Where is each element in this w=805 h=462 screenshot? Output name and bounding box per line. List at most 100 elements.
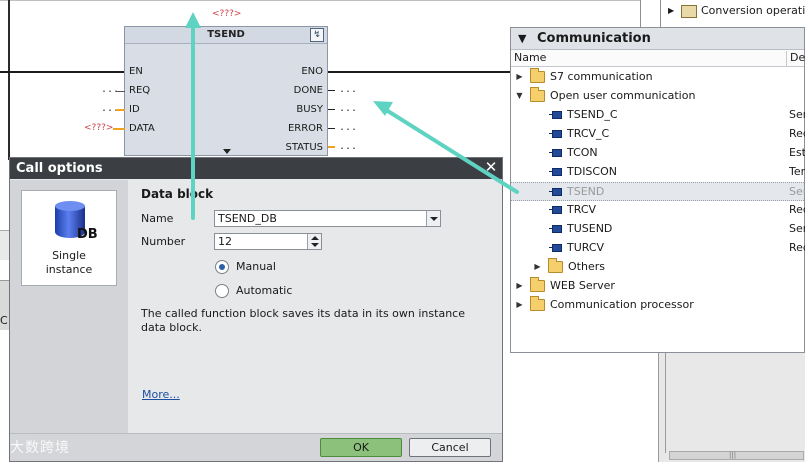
tree-item-desc: Rec (789, 203, 805, 216)
tree-item-label: TSEND_C (567, 108, 618, 121)
instance-label-line1: Single (52, 249, 86, 262)
column-desc-header[interactable]: Des (786, 51, 805, 67)
single-instance-option[interactable]: DB Single instance (21, 190, 117, 286)
function-block-icon (549, 188, 562, 196)
function-block-icon (549, 244, 562, 252)
chevron-down-icon[interactable] (426, 211, 440, 226)
pin-error: ERROR (287, 123, 323, 134)
tree-item-trcv[interactable]: TRCV Rec (511, 201, 805, 220)
tree-item-turcv[interactable]: TURCV Rec (511, 239, 805, 258)
conversion-icon (681, 5, 697, 18)
data-placeholder[interactable]: <???> (84, 123, 113, 133)
close-icon[interactable]: ✕ (483, 160, 499, 176)
data-connector (113, 128, 125, 130)
expand-arrow-icon[interactable]: ▶ (533, 258, 542, 276)
tree-item-communication-processor[interactable]: ▶ Communication processor (511, 296, 804, 315)
network-wire-right (328, 71, 510, 73)
tree-item-label: TDISCON (567, 165, 617, 178)
pin-id: ID (129, 104, 140, 115)
expand-arrow-icon[interactable]: ▶ (515, 296, 524, 314)
dialog-title: Call options (16, 161, 103, 176)
divider (665, 353, 666, 453)
status-operand[interactable]: ... (339, 141, 357, 152)
tree-item-tdiscon[interactable]: TDISCON Ter (511, 163, 805, 182)
right-rail (640, 0, 641, 30)
tree-item-s7-communication[interactable]: ▶ S7 communication (511, 68, 804, 87)
pin-busy: BUSY (296, 104, 323, 115)
instance-label-line2: instance (45, 263, 93, 276)
pin-req: REQ (129, 85, 151, 96)
tree-item-desc: Ser (789, 108, 805, 121)
id-connector (116, 109, 125, 111)
section-heading: Data block (141, 187, 214, 201)
req-connector (116, 91, 125, 92)
function-block-icon (549, 149, 562, 157)
done-operand[interactable]: ... (339, 84, 357, 95)
folder-icon (530, 68, 545, 83)
expand-arrow-icon[interactable]: ▶ (515, 68, 524, 86)
call-options-dialog[interactable]: Call options ✕ DB Single instance Data b… (9, 157, 503, 462)
dialog-titlebar[interactable]: Call options ✕ (10, 158, 502, 179)
expand-arrow-icon[interactable]: ▶ (515, 277, 524, 295)
tree-item-open-user-communication[interactable]: ▼ Open user communication (511, 87, 804, 106)
busy-operand[interactable]: ... (339, 103, 357, 114)
description-text: The called function block saves its data… (141, 307, 465, 334)
number-stepper[interactable]: 12 (214, 233, 322, 250)
tsend-function-block[interactable]: TSEND ↯ EN REQ ID DATA ENO DONE BUSY ERR… (124, 26, 328, 156)
tree-item-label: TUSEND (567, 222, 613, 235)
stepper-buttons[interactable] (307, 234, 321, 249)
instruction-category-strip[interactable]: ▶ Conversion operati (660, 0, 805, 27)
function-block-icon (549, 168, 562, 176)
instance-label: Single instance (22, 249, 116, 277)
tree-item-tusend[interactable]: TUSEND Ser (511, 220, 805, 239)
tree-item-label: Communication processor (550, 298, 694, 311)
manual-radio[interactable] (215, 260, 229, 274)
manual-label[interactable]: Manual (236, 260, 276, 273)
pin-en: EN (129, 66, 143, 77)
error-operand[interactable]: ... (339, 122, 357, 133)
tree-item-web-server[interactable]: ▶ WEB Server (511, 277, 804, 296)
tree-item-tcon[interactable]: TCON Est (511, 144, 805, 163)
scroll-grip-icon[interactable]: ||| (729, 451, 736, 459)
ok-button[interactable]: OK (320, 438, 402, 457)
tree-item-desc: Rec (789, 241, 805, 254)
help-icon[interactable]: ↯ (310, 28, 324, 42)
function-block-icon (549, 206, 562, 214)
name-dropdown[interactable]: TSEND_DB (214, 210, 441, 227)
horizontal-scrollbar[interactable] (669, 451, 804, 460)
pin-data: DATA (129, 123, 155, 134)
automatic-label[interactable]: Automatic (236, 284, 292, 297)
collapse-arrow-icon[interactable]: ▼ (515, 87, 524, 105)
req-operand[interactable]: ... (101, 84, 119, 95)
conversion-operations-label[interactable]: Conversion operati (701, 4, 805, 17)
busy-connector (328, 109, 335, 110)
expand-arrow-icon[interactable]: ▶ (668, 6, 674, 15)
db-icon-label: DB (77, 227, 98, 242)
expand-icon[interactable] (223, 149, 231, 154)
tree-item-desc: Ser (789, 222, 805, 235)
column-name-header[interactable]: Name (514, 51, 546, 64)
cancel-button[interactable]: Cancel (409, 438, 491, 457)
tree-item-label: TSEND (567, 185, 605, 198)
lower-right-pane: ||| (658, 353, 805, 462)
name-label: Name (141, 212, 174, 225)
tree-item-label: Open user communication (550, 89, 696, 102)
done-connector (328, 90, 335, 91)
tree-item-tsend[interactable]: TSEND Ser (511, 182, 805, 201)
tree-item-trcv-c[interactable]: TRCV_C Rec (511, 125, 805, 144)
pin-status: STATUS (285, 142, 323, 153)
tree-item-others[interactable]: ▶ Others (511, 258, 804, 277)
column-header: Name Des (511, 50, 805, 67)
instance-placeholder[interactable]: <???> (212, 9, 241, 19)
collapse-chevron-icon[interactable]: ▼ (518, 28, 526, 49)
folder-icon (548, 258, 563, 273)
tree-item-label: Others (568, 260, 605, 273)
communication-header[interactable]: ▼ Communication (511, 28, 804, 50)
communication-panel[interactable]: ▼ Communication Name Des ▶ S7 communicat… (510, 27, 805, 353)
tree-item-tsend-c[interactable]: TSEND_C Ser (511, 106, 805, 125)
automatic-radio[interactable] (215, 284, 229, 298)
tree-item-desc: Est (789, 146, 805, 159)
tree-item-label: TCON (567, 146, 598, 159)
left-cut-label: C (0, 314, 8, 327)
more-link[interactable]: More... (142, 388, 180, 401)
